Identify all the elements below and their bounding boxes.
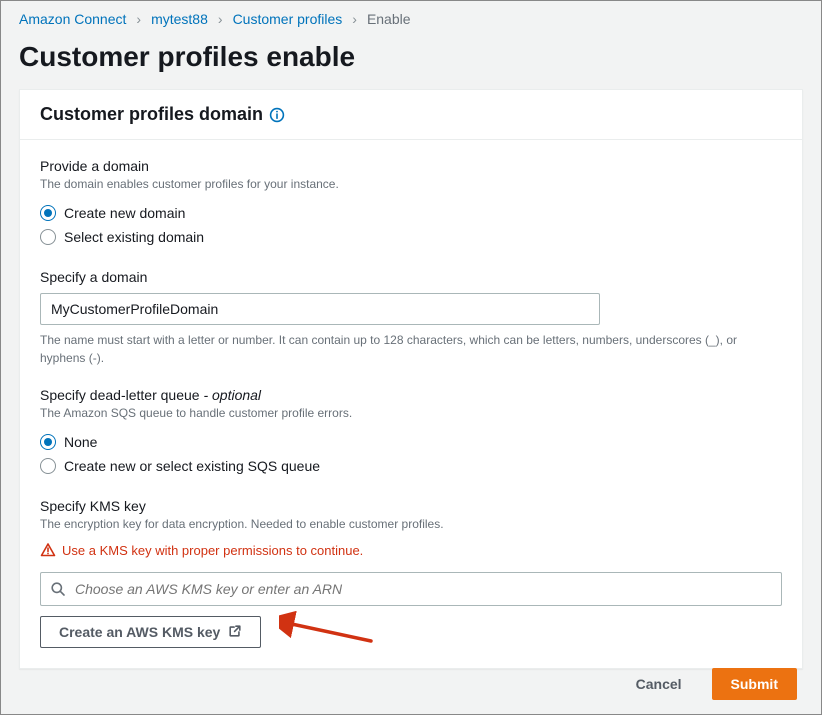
kms-desc: The encryption key for data encryption. …	[40, 516, 782, 533]
panel-title: Customer profiles domain	[40, 104, 263, 125]
kms-key-group: Specify KMS key The encryption key for d…	[40, 498, 782, 649]
radio-label: Select existing domain	[64, 229, 204, 245]
specify-domain-label: Specify a domain	[40, 269, 782, 285]
panel-header: Customer profiles domain	[20, 90, 802, 140]
provide-domain-desc: The domain enables customer profiles for…	[40, 176, 782, 193]
chevron-right-icon: ›	[136, 11, 141, 27]
radio-select-existing-domain[interactable]: Select existing domain	[40, 225, 782, 249]
breadcrumb-current: Enable	[367, 11, 411, 27]
breadcrumb-link-customer-profiles[interactable]: Customer profiles	[233, 11, 343, 27]
radio-dlq-create-or-select[interactable]: Create new or select existing SQS queue	[40, 454, 782, 478]
chevron-right-icon: ›	[218, 11, 223, 27]
radio-create-new-domain[interactable]: Create new domain	[40, 201, 782, 225]
radio-label: None	[64, 434, 97, 450]
provide-domain-label: Provide a domain	[40, 158, 782, 174]
breadcrumb-link-amazon-connect[interactable]: Amazon Connect	[19, 11, 126, 27]
provide-domain-group: Provide a domain The domain enables cust…	[40, 158, 782, 249]
dead-letter-queue-group: Specify dead-letter queue - optional The…	[40, 387, 782, 478]
warning-triangle-icon	[40, 542, 56, 558]
info-icon[interactable]	[269, 107, 285, 123]
page-title: Customer profiles enable	[19, 41, 803, 73]
submit-button[interactable]: Submit	[712, 668, 797, 700]
customer-profiles-domain-panel: Customer profiles domain Provide a domai…	[19, 89, 803, 669]
breadcrumb: Amazon Connect › mytest88 › Customer pro…	[1, 1, 821, 37]
external-link-icon	[228, 624, 242, 641]
radio-label: Create new or select existing SQS queue	[64, 458, 320, 474]
kms-label: Specify KMS key	[40, 498, 782, 514]
kms-key-search-input[interactable]	[40, 572, 782, 606]
radio-icon	[40, 458, 56, 474]
radio-icon	[40, 205, 56, 221]
chevron-right-icon: ›	[352, 11, 357, 27]
kms-key-search-wrap	[40, 572, 782, 606]
create-kms-key-button[interactable]: Create an AWS KMS key	[40, 616, 261, 648]
dlq-desc: The Amazon SQS queue to handle customer …	[40, 405, 782, 422]
kms-warning: Use a KMS key with proper permissions to…	[40, 542, 782, 558]
radio-icon	[40, 229, 56, 245]
search-icon	[50, 581, 66, 597]
radio-dlq-none[interactable]: None	[40, 430, 782, 454]
domain-name-input[interactable]	[40, 293, 600, 325]
radio-label: Create new domain	[64, 205, 185, 221]
footer-actions: Cancel Submit	[618, 668, 797, 700]
button-label: Create an AWS KMS key	[59, 624, 220, 640]
kms-warning-text: Use a KMS key with proper permissions to…	[62, 543, 363, 558]
radio-icon	[40, 434, 56, 450]
domain-name-hint: The name must start with a letter or num…	[40, 331, 760, 367]
breadcrumb-link-instance[interactable]: mytest88	[151, 11, 208, 27]
specify-domain-group: Specify a domain The name must start wit…	[40, 269, 782, 367]
cancel-button[interactable]: Cancel	[618, 668, 700, 700]
dlq-label: Specify dead-letter queue - optional	[40, 387, 782, 403]
